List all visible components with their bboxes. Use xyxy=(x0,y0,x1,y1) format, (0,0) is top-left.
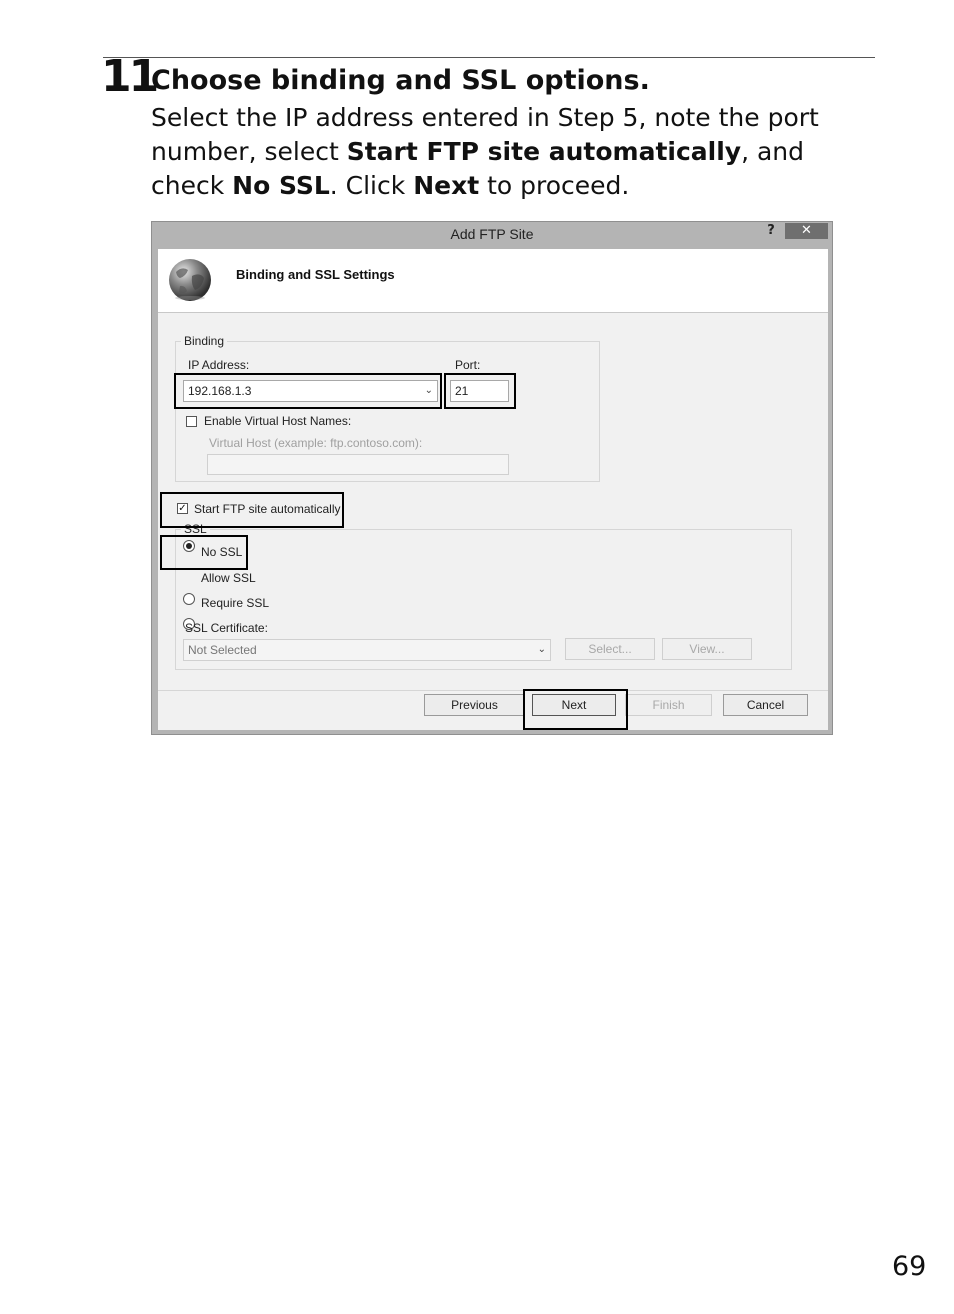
start-automatically-callout xyxy=(160,492,344,528)
dialog-content: Binding and SSL Settings Binding IP Addr… xyxy=(158,249,828,730)
cancel-button[interactable]: Cancel xyxy=(723,694,808,716)
previous-button[interactable]: Previous xyxy=(424,694,525,716)
finish-button[interactable]: Finish xyxy=(625,694,712,716)
header-title: Binding and SSL Settings xyxy=(236,267,395,282)
dialog-title: Add FTP Site xyxy=(450,226,534,242)
port-callout xyxy=(444,373,516,409)
add-ftp-site-dialog: Add FTP Site ? ✕ Binding and SSL Setting… xyxy=(151,221,833,735)
ssl-certificate-value: Not Selected xyxy=(188,643,257,657)
select-certificate-button[interactable]: Select... xyxy=(565,638,655,660)
dialog-header: Binding and SSL Settings xyxy=(158,249,828,313)
top-rule xyxy=(103,57,875,58)
no-ssl-callout xyxy=(160,535,248,570)
ssl-certificate-dropdown[interactable]: Not Selected ⌄ xyxy=(183,639,551,661)
footer-separator xyxy=(158,690,828,691)
require-ssl-label: Require SSL xyxy=(201,596,270,610)
help-icon[interactable]: ? xyxy=(764,222,778,240)
allow-ssl-radio[interactable] xyxy=(183,593,195,605)
step-title: Choose binding and SSL options. xyxy=(151,65,650,96)
ip-address-label: IP Address: xyxy=(188,358,250,372)
page-number: 69 xyxy=(892,1251,927,1282)
chevron-down-icon: ⌄ xyxy=(537,644,546,655)
ssl-certificate-label: SSL Certificate: xyxy=(185,621,268,635)
ip-address-callout xyxy=(174,373,442,409)
close-button[interactable]: ✕ xyxy=(785,223,828,239)
binding-legend: Binding xyxy=(181,334,228,348)
view-certificate-button[interactable]: View... xyxy=(662,638,752,660)
enable-virtual-host-checkbox[interactable] xyxy=(186,416,197,427)
next-button-callout xyxy=(523,689,628,730)
virtual-host-input[interactable] xyxy=(207,454,509,475)
port-label: Port: xyxy=(455,358,481,372)
globe-icon xyxy=(169,259,211,301)
allow-ssl-label: Allow SSL xyxy=(201,571,256,585)
enable-virtual-host-label: Enable Virtual Host Names: xyxy=(204,414,352,428)
virtual-host-label: Virtual Host (example: ftp.contoso.com): xyxy=(209,436,423,450)
step-instructions: Select the IP address entered in Step 5,… xyxy=(151,103,819,200)
step-number: 11 xyxy=(101,51,159,102)
